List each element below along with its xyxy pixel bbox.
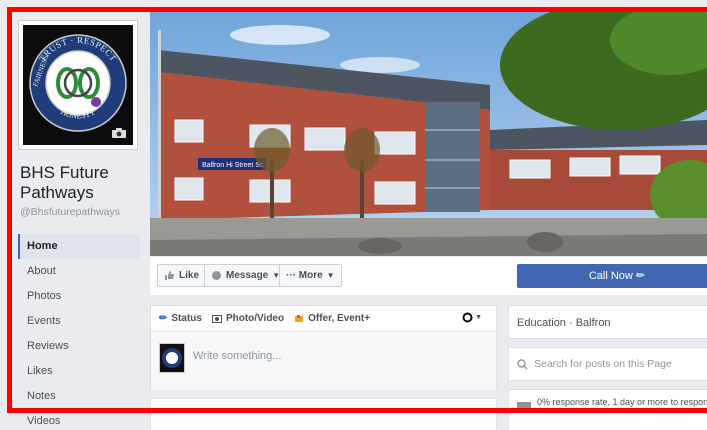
nav-item-likes[interactable]: Likes (18, 359, 140, 384)
chevron-down-icon: ▼ (475, 314, 482, 321)
nav-item-videos[interactable]: Videos (18, 409, 140, 430)
cover-sign-text: Balfron Hi Street Sc (202, 162, 264, 169)
composer-tabs: ✏ Status Photo/Video Offer, Event+ ▼ (151, 306, 496, 332)
nav-item-home[interactable]: Home (18, 234, 140, 259)
more-button[interactable]: ··· More ▼ (279, 264, 342, 287)
nav-item-events[interactable]: Events (18, 309, 140, 334)
page-sidebar: TRUST · RESPECT HONESTY FAIRNESS BHS Fut… (0, 0, 145, 430)
message-button-label: Message (226, 270, 269, 281)
photo-icon (211, 314, 222, 323)
pencil-icon: ✏ (635, 270, 646, 282)
composer-input[interactable]: Write something... (193, 350, 281, 362)
crest-mini-icon (162, 348, 182, 368)
tab-photo-video[interactable]: Photo/Video (211, 313, 285, 324)
messenger-icon (212, 271, 221, 280)
tab-status-label: Status (171, 313, 202, 324)
call-now-label: Call Now (588, 270, 633, 282)
page-title[interactable]: BHS Future Pathways (20, 163, 140, 203)
tab-status[interactable]: ✏ Status (159, 313, 202, 324)
nav-item-reviews[interactable]: Reviews (18, 334, 140, 359)
tab-offer-label: Offer, Event+ (308, 313, 371, 324)
nav-item-about[interactable]: About (18, 259, 140, 284)
response-rate-box: 0% response rate, 1 day or more to respo… (508, 389, 707, 430)
composer-body[interactable]: Write something... (151, 332, 496, 390)
cover-photo[interactable]: Balfron Hi Street Sc (150, 10, 707, 256)
like-button-label: Like (179, 270, 200, 281)
nav-item-photos[interactable]: Photos (18, 284, 140, 309)
search-input: Search for posts on this Page (534, 358, 672, 370)
page-username[interactable]: @Bhsfuturepathways (20, 206, 120, 218)
offer-tag-icon (295, 314, 304, 322)
audience-selector[interactable]: ▼ (462, 312, 482, 323)
pencil-icon: ✏ (159, 313, 168, 324)
page-avatar-icon (462, 312, 473, 323)
profile-picture[interactable]: TRUST · RESPECT HONESTY FAIRNESS (18, 20, 138, 150)
more-button-label: ··· More (286, 270, 323, 281)
page-category[interactable]: Education · Balfron (508, 305, 707, 339)
page-post-search[interactable]: Search for posts on this Page (508, 347, 707, 381)
nav-item-notes[interactable]: Notes (18, 384, 140, 409)
search-icon (517, 358, 528, 369)
school-crest-logo: TRUST · RESPECT HONESTY FAIRNESS (23, 25, 133, 145)
message-button[interactable]: Message ▼ (204, 264, 288, 287)
post-composer: ✏ Status Photo/Video Offer, Event+ ▼ Wri… (150, 305, 497, 390)
call-now-button[interactable]: Call Now ✏ (517, 264, 707, 288)
camera-icon[interactable] (111, 127, 127, 139)
avatar (159, 343, 185, 373)
page-nav: Home About Photos Events Reviews Likes N… (18, 234, 140, 430)
tab-photo-label: Photo/Video (225, 313, 285, 324)
thumbs-up-icon (165, 271, 174, 280)
like-button[interactable]: Like (157, 264, 207, 287)
page-action-bar: Like Message ▼ ··· More ▼ Call Now ✏ (150, 257, 707, 295)
response-rate-text: 0% response rate, 1 day or more to respo… (537, 397, 707, 407)
chat-bubble-icon (517, 402, 531, 412)
feed-card (150, 398, 497, 430)
school-building-photo: Balfron Hi Street Sc (150, 10, 707, 256)
tab-offer-event[interactable]: Offer, Event+ (294, 313, 370, 324)
chevron-down-icon: ▼ (326, 271, 335, 280)
